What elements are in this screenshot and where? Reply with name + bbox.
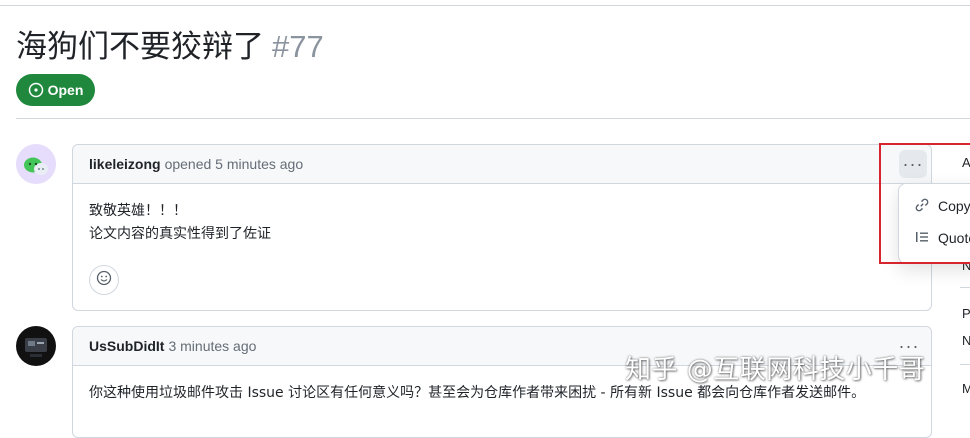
status-label: Open <box>47 82 84 98</box>
sidebar-section-label: N <box>962 333 970 348</box>
comment-timestamp[interactable]: 3 minutes ago <box>168 338 256 354</box>
add-reaction-button[interactable] <box>89 265 119 295</box>
comment-author[interactable]: likeleizong <box>89 156 161 172</box>
comment-header: likeleizong opened 5 minutes ago ··· <box>73 145 931 184</box>
annotation-highlight-box <box>879 143 970 264</box>
comment-body: 致敬英雄！！！ 论文内容的真实性得到了佐证 <box>73 184 931 262</box>
watermark: 知乎 @互联网科技小千哥 <box>625 355 926 385</box>
comment-card: likeleizong opened 5 minutes ago ··· 致敬英… <box>72 144 932 311</box>
page-title: 海狗们不要狡辩了 #77 <box>16 26 324 68</box>
avatar[interactable] <box>16 326 56 366</box>
issue-open-icon <box>28 82 44 98</box>
avatar[interactable] <box>16 144 56 184</box>
status-badge: Open <box>16 74 95 106</box>
header-divider <box>16 118 970 119</box>
issue-number: #77 <box>272 29 324 64</box>
sidebar-section-label: P <box>962 306 970 321</box>
issue-title: 海狗们不要狡辩了 <box>16 29 264 65</box>
sidebar-divider <box>960 364 970 365</box>
sidebar-section-label: M <box>962 381 970 396</box>
comment-line: 致敬英雄！！！ <box>89 203 187 219</box>
comment-author[interactable]: UsSubDidIt <box>89 338 164 354</box>
top-divider <box>0 5 970 6</box>
smiley-icon <box>96 270 112 291</box>
comment-timestamp[interactable]: opened 5 minutes ago <box>165 156 304 172</box>
sidebar-divider <box>960 287 970 288</box>
comment-line: 论文内容的真实性得到了佐证 <box>89 226 271 242</box>
